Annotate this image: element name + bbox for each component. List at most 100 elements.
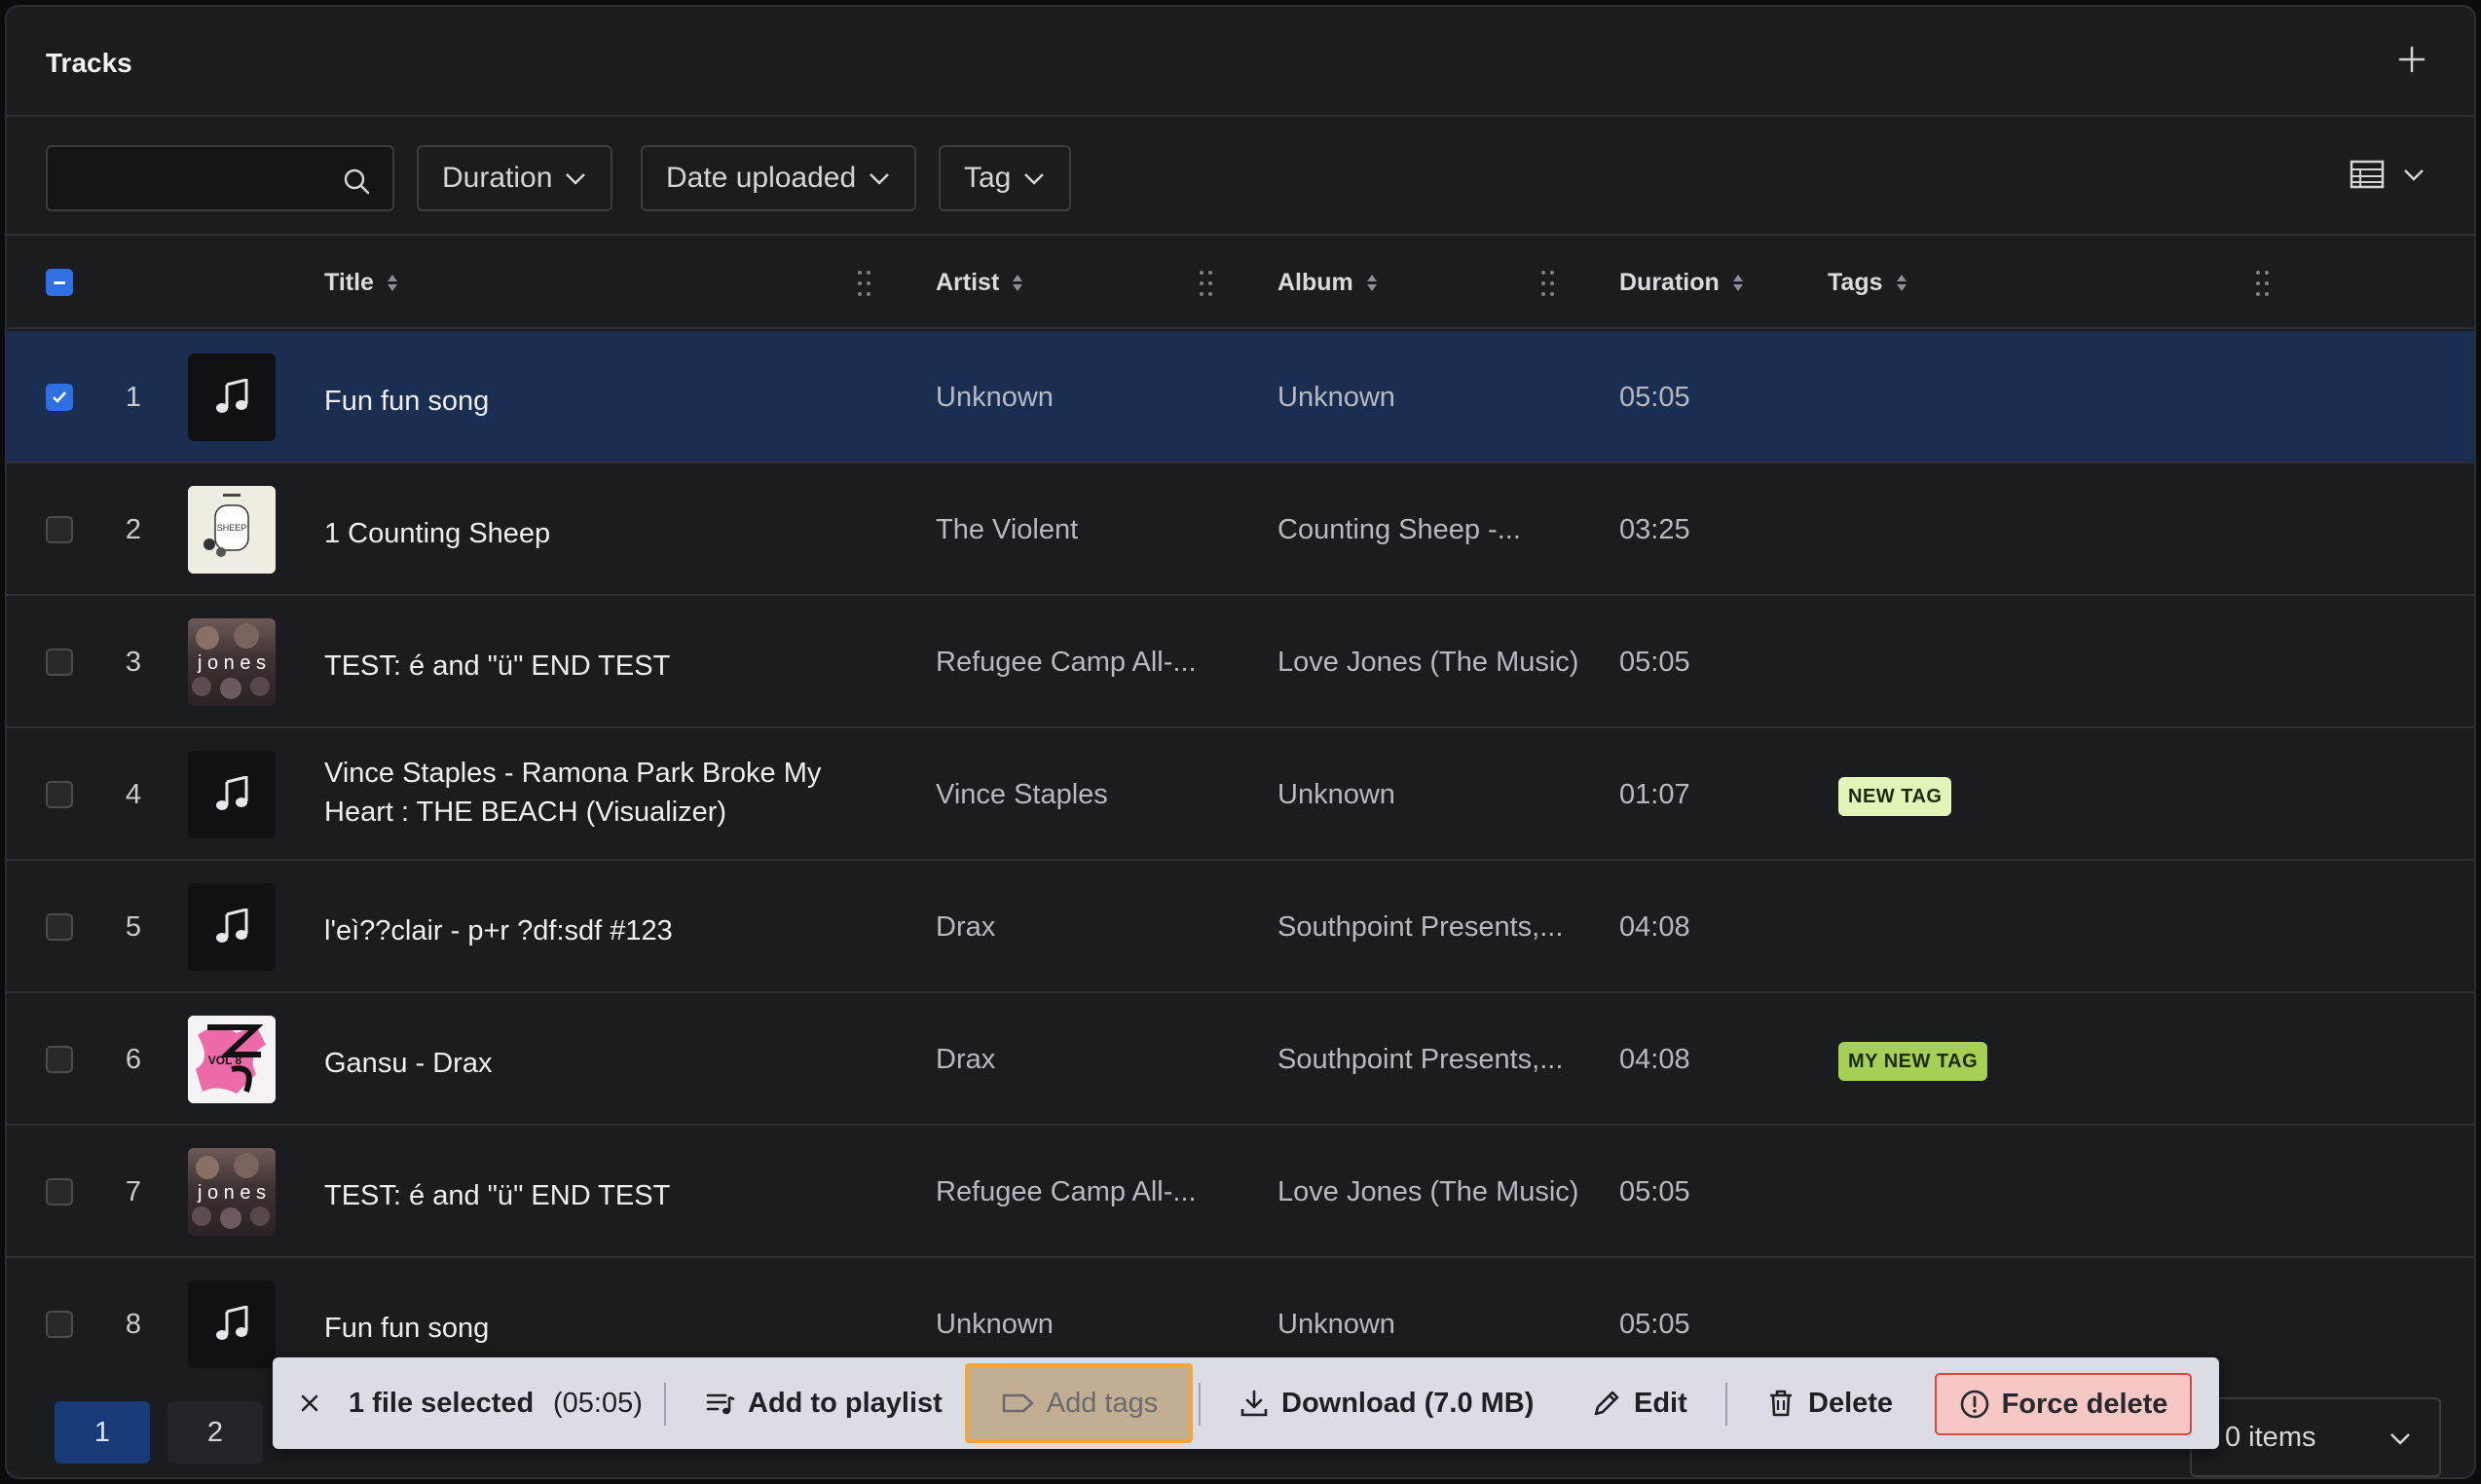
row-checkbox[interactable] (46, 781, 73, 808)
track-artist: Unknown (936, 382, 1054, 413)
edit-label: Edit (1634, 1387, 1687, 1419)
select-all-checkbox[interactable] (46, 269, 73, 296)
page-title: Tracks (46, 48, 132, 78)
table-row[interactable]: 3 j o n e s TEST: é and "ü" END TEST Ref… (7, 596, 2474, 728)
bulk-action-bar: 1 file selected (05:05) Add to playlist … (273, 1357, 2219, 1449)
row-number: 6 (125, 1044, 142, 1075)
table-row[interactable]: 5 l'eì??clair - p+r ?df:sdf #123 Drax So… (7, 861, 2474, 993)
track-thumbnail (188, 751, 276, 838)
add-to-playlist-button[interactable]: Add to playlist (705, 1357, 943, 1449)
close-icon (301, 1394, 318, 1412)
chevron-down-icon (566, 173, 586, 185)
force-delete-label: Force delete (2001, 1388, 2168, 1420)
column-resize-handle[interactable] (1541, 271, 1555, 298)
album-art: SHEEP (188, 486, 276, 574)
selection-duration-label: (05:05) (553, 1387, 643, 1419)
table-row[interactable]: 4 Vince Staples - Ramona Park Broke My H… (7, 728, 2474, 861)
column-tags-label: Tags (1828, 269, 1883, 296)
add-tags-button[interactable]: Add tags (965, 1363, 1193, 1443)
row-checkbox[interactable] (46, 1046, 73, 1073)
track-album: Love Jones (The Music) (1278, 1176, 1579, 1207)
sort-icon (1732, 275, 1743, 291)
warning-circle-icon (1960, 1390, 1988, 1419)
table-row[interactable]: 1 Fun fun song Unknown Unknown 05:05 (7, 331, 2474, 464)
date-uploaded-filter-label: Date uploaded (666, 162, 857, 194)
download-label: Download (7.0 MB) (1281, 1387, 1535, 1419)
track-duration: 01:07 (1619, 779, 1690, 810)
row-checkbox[interactable] (46, 913, 73, 941)
delete-label: Delete (1808, 1387, 1894, 1419)
tag-badge[interactable]: NEW TAG (1838, 777, 1952, 816)
tag-filter[interactable]: Tag (939, 145, 1072, 211)
track-thumbnail: j o n e s (188, 1148, 276, 1236)
table-row[interactable]: 6 VOL 8 Gansu - Drax Drax Southpoint Pre… (7, 993, 2474, 1126)
album-art-text: j o n e s (197, 652, 266, 674)
column-artist[interactable]: Artist (936, 269, 1023, 297)
delete-button[interactable]: Delete (1765, 1357, 1893, 1449)
column-album[interactable]: Album (1278, 269, 1377, 297)
album-art-text: SHEEP (217, 523, 247, 533)
tag-icon (1002, 1393, 1034, 1413)
tag-filter-label: Tag (964, 162, 1012, 194)
row-checkbox[interactable] (46, 1178, 73, 1206)
column-artist-label: Artist (936, 269, 1000, 296)
music-note-icon (216, 909, 248, 943)
divider (664, 1383, 666, 1426)
tag-badge[interactable]: MY NEW TAG (1838, 1042, 1988, 1081)
row-number: 5 (125, 911, 142, 943)
track-album: Unknown (1278, 779, 1395, 810)
search-input[interactable] (59, 157, 342, 200)
column-resize-handle[interactable] (2256, 271, 2270, 298)
row-checkbox[interactable] (46, 516, 73, 543)
row-checkbox[interactable] (46, 384, 73, 411)
force-delete-button[interactable]: Force delete (1935, 1373, 2192, 1435)
download-button[interactable]: Download (7.0 MB) (1239, 1357, 1534, 1449)
pencil-icon (1594, 1391, 1619, 1416)
table-row[interactable]: 7 j o n e s TEST: é and "ü" END TEST Ref… (7, 1126, 2474, 1258)
music-note-icon (216, 1306, 248, 1340)
duration-filter[interactable]: Duration (417, 145, 613, 211)
column-duration[interactable]: Duration (1619, 269, 1743, 297)
view-toggle-button[interactable] (2350, 160, 2425, 189)
column-resize-handle[interactable] (858, 271, 871, 298)
row-checkbox[interactable] (46, 1311, 73, 1338)
divider (1199, 1383, 1201, 1426)
track-duration: 05:05 (1619, 1309, 1690, 1340)
edit-button[interactable]: Edit (1591, 1357, 1687, 1449)
page-button[interactable]: 1 (55, 1401, 150, 1464)
search-icon[interactable] (342, 167, 371, 196)
track-artist: Vince Staples (936, 779, 1108, 810)
selection-duration: (05:05) (553, 1357, 643, 1449)
album-art: VOL 8 (188, 1016, 276, 1103)
clear-selection-button[interactable] (294, 1357, 325, 1449)
track-duration: 04:08 (1619, 1044, 1690, 1075)
track-title: l'eì??clair - p+r ?df:sdf #123 (324, 915, 673, 946)
table-row[interactable]: 2 SHEEP 1 Counting Sheep The Violent Cou… (7, 464, 2474, 596)
track-artist: The Violent (936, 514, 1079, 545)
column-resize-handle[interactable] (1200, 271, 1213, 298)
track-title: Vince Staples - Ramona Park Broke My Hea… (324, 758, 822, 828)
row-number: 7 (125, 1176, 142, 1207)
album-art: j o n e s (192, 623, 270, 699)
album-art: j o n e s (192, 1153, 270, 1229)
track-thumbnail (188, 1280, 276, 1368)
row-checkbox[interactable] (46, 649, 73, 676)
column-tags[interactable]: Tags (1828, 269, 1907, 297)
chevron-down-icon (1024, 173, 1045, 185)
sort-icon (1896, 275, 1907, 291)
add-track-button[interactable] (2392, 40, 2431, 79)
track-thumbnail: j o n e s (188, 618, 276, 706)
tracks-table: Title Artist Album Duration Tags 1 Fun f… (7, 238, 2474, 1368)
chevron-down-icon (2390, 1433, 2410, 1445)
items-per-page-select[interactable]: 0 items (2190, 1397, 2441, 1477)
track-album: Counting Sheep -... (1278, 514, 1521, 545)
column-title-label: Title (324, 269, 374, 296)
column-title[interactable]: Title (324, 269, 397, 297)
selection-count-label: 1 file selected (349, 1387, 535, 1419)
date-uploaded-filter[interactable]: Date uploaded (641, 145, 917, 211)
track-artist: Refugee Camp All-... (936, 647, 1197, 678)
track-title: Gansu - Drax (324, 1048, 493, 1079)
page-button[interactable]: 2 (167, 1401, 263, 1464)
sort-icon (387, 275, 397, 291)
track-artist: Drax (936, 1044, 996, 1075)
